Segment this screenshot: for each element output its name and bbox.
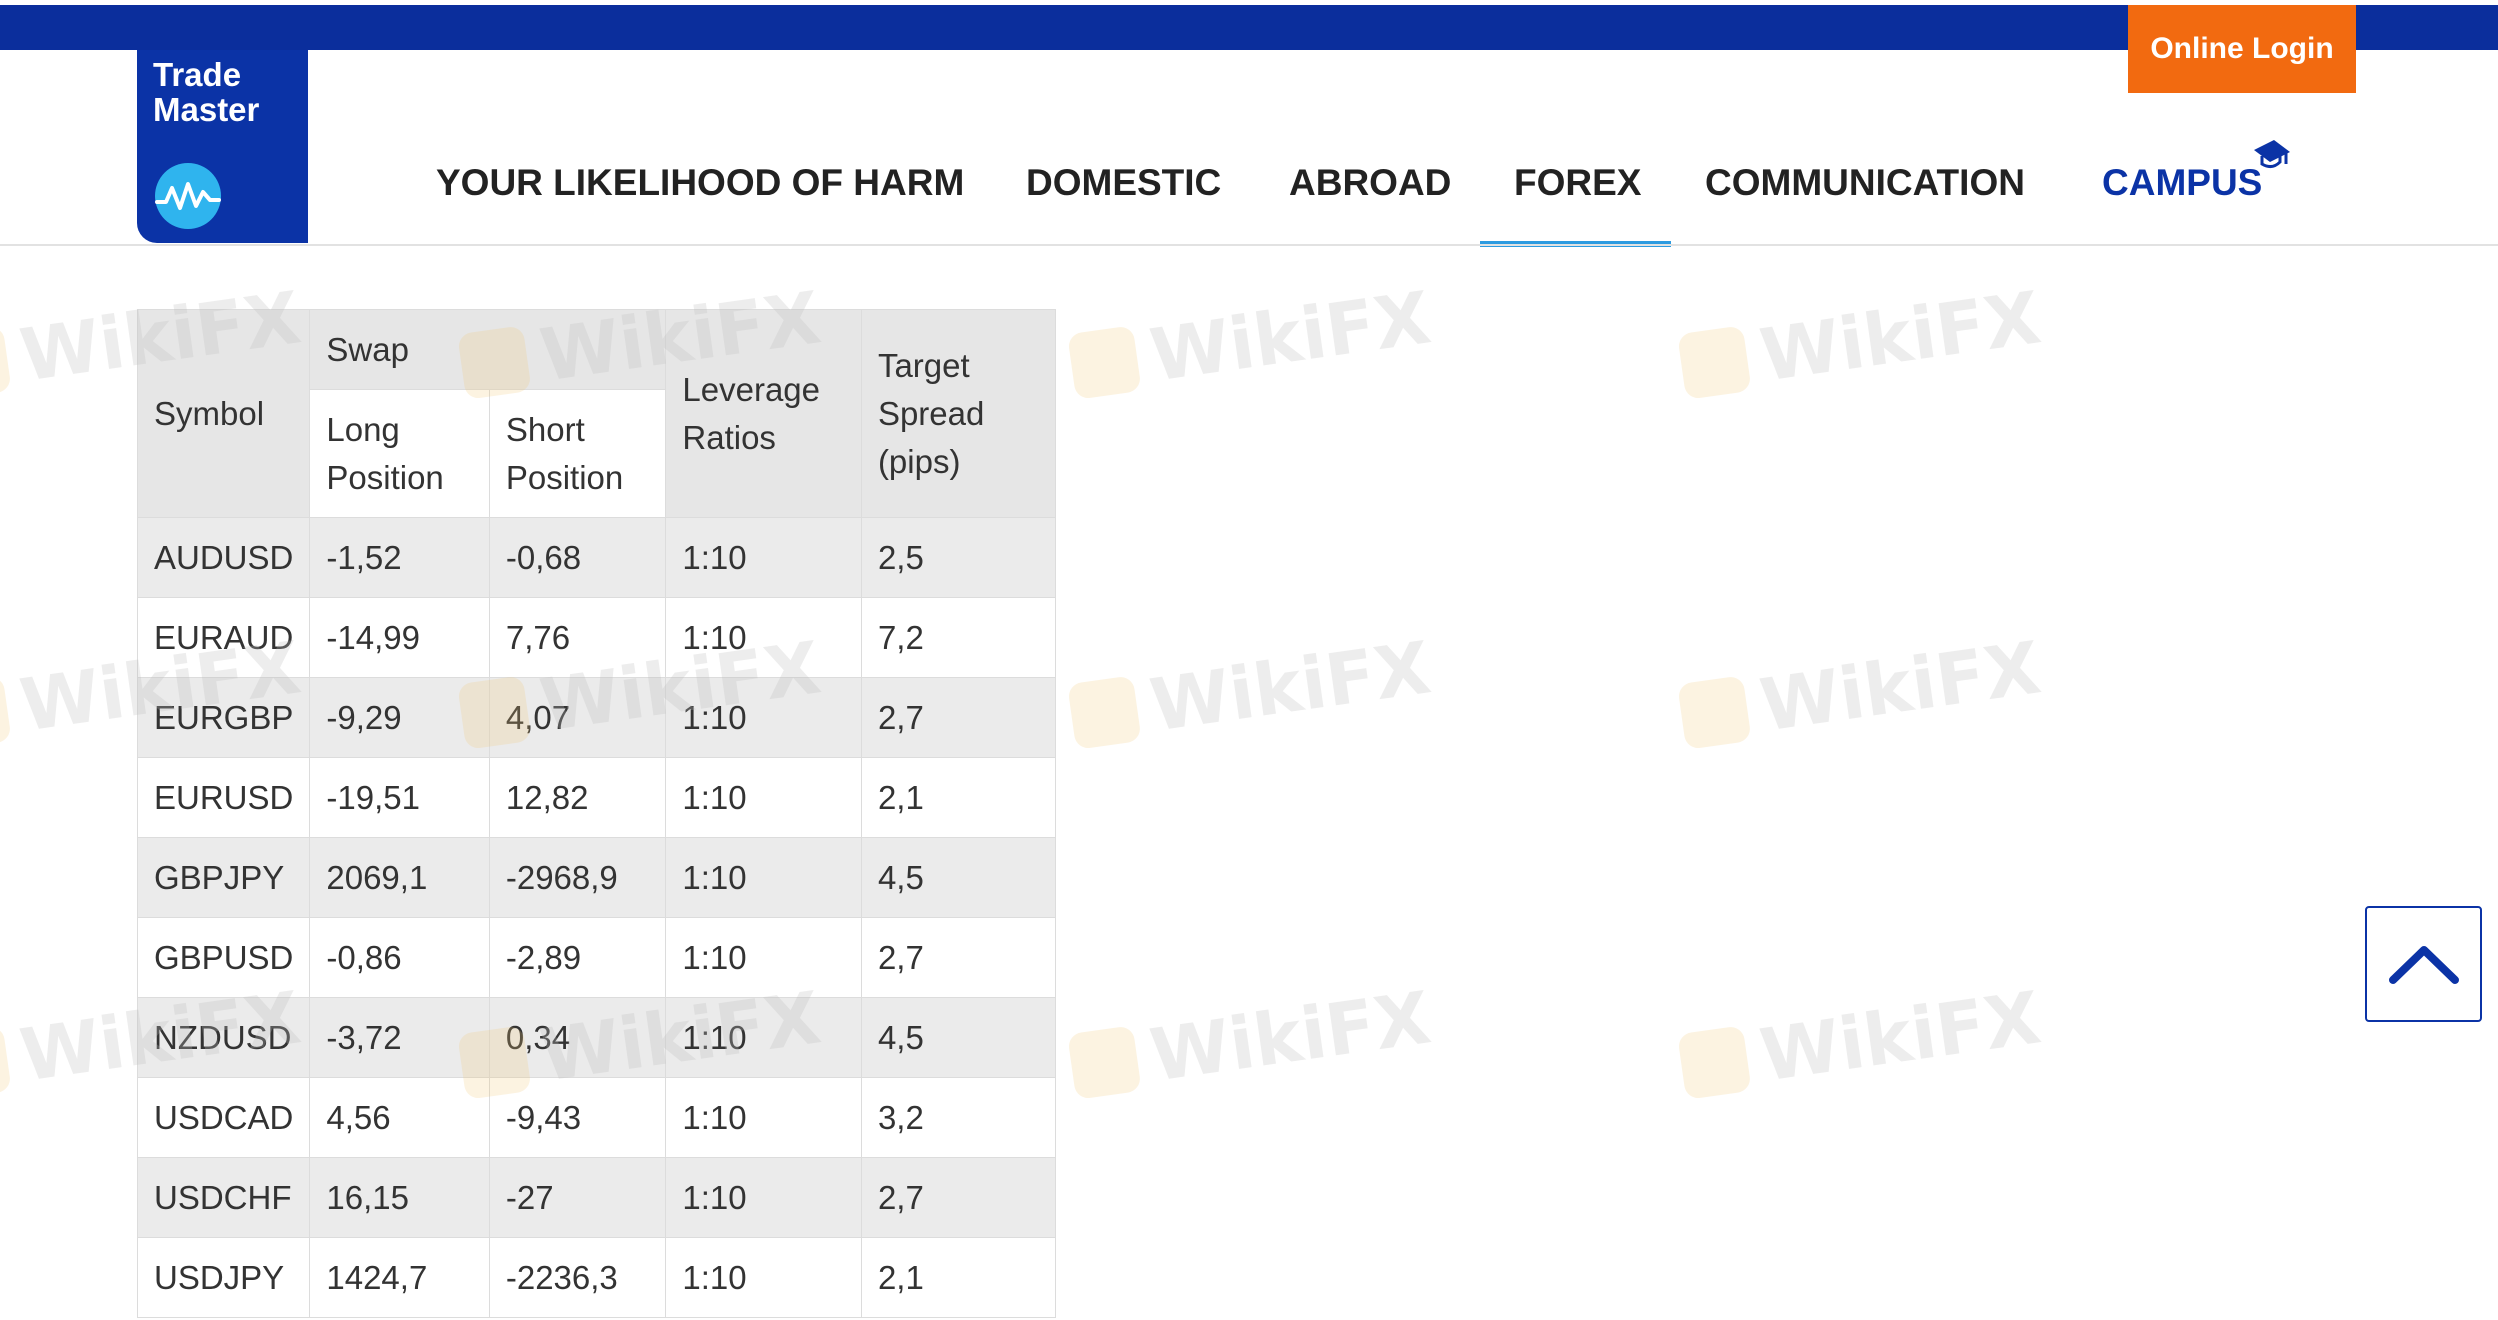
table-row: NZDUSD -3,72 0,34 1:10 4,5 — [136, 997, 1057, 1078]
cell-spread: 3,2 — [860, 1077, 1057, 1158]
header-symbol: Symbol — [136, 309, 311, 518]
cell-short: 7,76 — [488, 597, 667, 678]
cell-short: -2,89 — [488, 917, 667, 998]
top-bar — [0, 0, 2498, 50]
watermark-logo-icon — [1677, 675, 1752, 750]
nav-item-campus[interactable]: CAMPUS — [2102, 150, 2262, 240]
table-row: EURUSD -19,51 12,82 1:10 2,1 — [136, 757, 1057, 838]
cell-symbol: EURGBP — [136, 677, 311, 758]
cell-symbol: EURAUD — [136, 597, 311, 678]
watermark: WikiFX — [1066, 275, 1435, 408]
cell-long: 16,15 — [309, 1157, 490, 1238]
cell-spread: 4,5 — [860, 837, 1057, 918]
cell-spread: 2,7 — [860, 677, 1057, 758]
table-row: EURAUD -14,99 7,76 1:10 7,2 — [136, 597, 1057, 678]
watermark: WikiFX — [1676, 625, 2045, 758]
watermark-logo-icon — [1067, 1025, 1142, 1100]
cell-leverage: 1:10 — [665, 917, 862, 998]
cell-spread: 2,1 — [860, 1237, 1057, 1318]
header-swap: Swap — [309, 309, 667, 390]
cell-spread: 2,1 — [860, 757, 1057, 838]
table-row: USDJPY 1424,7 -2236,3 1:10 2,1 — [136, 1237, 1057, 1318]
watermark-logo-icon — [0, 325, 12, 400]
watermark-logo-icon — [1067, 325, 1142, 400]
header-divider — [0, 244, 2498, 246]
watermark: WikiFX — [1066, 975, 1435, 1108]
cell-short: -9,43 — [488, 1077, 667, 1158]
chevron-up-icon — [2388, 946, 2459, 984]
watermark-logo-icon — [0, 675, 12, 750]
cell-leverage: 1:10 — [665, 597, 862, 678]
cell-leverage: 1:10 — [665, 1237, 862, 1318]
table-row: USDCHF 16,15 -27 1:10 2,7 — [136, 1157, 1057, 1238]
watermark-logo-icon — [1677, 1025, 1752, 1100]
cell-short: -2968,9 — [488, 837, 667, 918]
watermark: WikiFX — [1676, 975, 2045, 1108]
logo-text: Trade Master — [153, 56, 260, 128]
nav-item-domestic[interactable]: DOMESTIC — [1026, 150, 1221, 240]
graduation-cap-icon — [2254, 140, 2290, 169]
cell-leverage: 1:10 — [665, 517, 862, 598]
watermark: WikiFX — [1066, 625, 1435, 758]
cell-leverage: 1:10 — [665, 757, 862, 838]
watermark-logo-icon — [0, 1025, 12, 1100]
table-row: USDCAD 4,56 -9,43 1:10 3,2 — [136, 1077, 1057, 1158]
cell-spread: 4,5 — [860, 997, 1057, 1078]
cell-long: -14,99 — [309, 597, 490, 678]
cell-short: -27 — [488, 1157, 667, 1238]
cell-long: 2069,1 — [309, 837, 490, 918]
cell-leverage: 1:10 — [665, 1077, 862, 1158]
nav-item-abroad[interactable]: ABROAD — [1289, 150, 1451, 240]
header-short-position: Short Position — [488, 389, 667, 518]
header-leverage-ratios: Leverage Ratios — [665, 309, 862, 518]
nav-item-forex[interactable]: FOREX — [1514, 150, 1641, 240]
cell-symbol: GBPJPY — [136, 837, 311, 918]
header-long-position: Long Position — [309, 389, 490, 518]
cell-short: 0,34 — [488, 997, 667, 1078]
watermark: WikiFX — [1676, 275, 2045, 408]
cell-long: -3,72 — [309, 997, 490, 1078]
cell-long: -9,29 — [309, 677, 490, 758]
scroll-to-top-button[interactable] — [2365, 906, 2482, 1022]
cell-spread: 2,7 — [860, 1157, 1057, 1238]
forex-swap-table: Symbol Swap Leverage Ratios Target Sprea… — [136, 309, 1057, 1318]
cell-leverage: 1:10 — [665, 997, 862, 1078]
nav-item-likelihood-of-harm[interactable]: YOUR LIKELIHOOD OF HARM — [436, 150, 964, 240]
cell-spread: 7,2 — [860, 597, 1057, 678]
table-row: GBPUSD -0,86 -2,89 1:10 2,7 — [136, 917, 1057, 998]
cell-spread: 2,5 — [860, 517, 1057, 598]
cell-long: -0,86 — [309, 917, 490, 998]
cell-leverage: 1:10 — [665, 677, 862, 758]
cell-symbol: GBPUSD — [136, 917, 311, 998]
cell-symbol: EURUSD — [136, 757, 311, 838]
cell-short: -0,68 — [488, 517, 667, 598]
cell-long: -1,52 — [309, 517, 490, 598]
table-row: EURGBP -9,29 4,07 1:10 2,7 — [136, 677, 1057, 758]
cell-short: -2236,3 — [488, 1237, 667, 1318]
cell-leverage: 1:10 — [665, 837, 862, 918]
cell-symbol: USDJPY — [136, 1237, 311, 1318]
table-row: GBPJPY 2069,1 -2968,9 1:10 4,5 — [136, 837, 1057, 918]
cell-symbol: USDCAD — [136, 1077, 311, 1158]
nav-item-communication[interactable]: COMMUNICATION — [1705, 150, 2025, 240]
watermark-logo-icon — [1677, 325, 1752, 400]
cell-short: 4,07 — [488, 677, 667, 758]
cell-symbol: AUDUSD — [136, 517, 311, 598]
cell-symbol: NZDUSD — [136, 997, 311, 1078]
cell-symbol: USDCHF — [136, 1157, 311, 1238]
cell-leverage: 1:10 — [665, 1157, 862, 1238]
cell-long: -19,51 — [309, 757, 490, 838]
cell-spread: 2,7 — [860, 917, 1057, 998]
cell-long: 4,56 — [309, 1077, 490, 1158]
header-target-spread: Target Spread (pips) — [860, 309, 1057, 518]
cell-short: 12,82 — [488, 757, 667, 838]
watermark-logo-icon — [1067, 675, 1142, 750]
cell-long: 1424,7 — [309, 1237, 490, 1318]
table-row: AUDUSD -1,52 -0,68 1:10 2,5 — [136, 517, 1057, 598]
online-login-button[interactable]: Online Login — [2128, 5, 2356, 93]
main-nav: YOUR LIKELIHOOD OF HARM DOMESTIC ABROAD … — [0, 150, 2498, 240]
